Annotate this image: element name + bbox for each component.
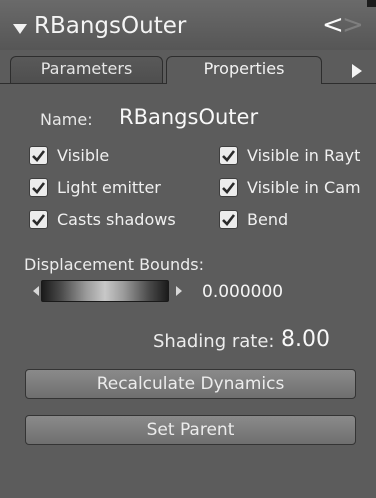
- checkbox-box[interactable]: [29, 177, 48, 197]
- tab-parameters[interactable]: Parameters: [10, 56, 163, 84]
- previous-arrow-icon[interactable]: <: [322, 12, 344, 38]
- checkbox-visible[interactable]: Visible: [29, 143, 109, 167]
- checkbox-box[interactable]: [29, 209, 48, 229]
- next-arrow-icon[interactable]: >: [342, 12, 364, 38]
- checkmark-icon: [32, 149, 46, 162]
- checkbox-box[interactable]: [219, 177, 238, 197]
- checkmark-icon: [32, 213, 46, 226]
- recalculate-dynamics-button[interactable]: Recalculate Dynamics: [25, 369, 356, 399]
- checkbox-visible-in-camera[interactable]: Visible in Cam: [219, 175, 361, 199]
- title-bar: RBangsOuter < >: [0, 0, 376, 50]
- checkbox-label: Bend: [247, 209, 289, 229]
- checkmark-icon: [222, 213, 236, 226]
- displacement-bounds-value[interactable]: 0.000000: [202, 282, 283, 302]
- checkbox-label: Visible in Cam: [247, 177, 361, 197]
- window-corner: [367, 0, 376, 7]
- tab-properties[interactable]: Properties: [166, 56, 322, 84]
- shading-rate-value[interactable]: 8.00: [281, 327, 330, 352]
- checkmark-icon: [222, 181, 236, 194]
- checkbox-bend[interactable]: Bend: [219, 207, 288, 231]
- checkbox-box[interactable]: [219, 145, 238, 165]
- collapse-triangle-icon[interactable]: [13, 24, 27, 34]
- checkbox-box[interactable]: [29, 145, 48, 165]
- tab-bar: Parameters Properties: [0, 50, 376, 84]
- dial-decrease-arrow-icon[interactable]: [33, 286, 39, 296]
- checkmark-icon: [222, 149, 236, 162]
- checkbox-label: Casts shadows: [57, 209, 176, 229]
- checkbox-visible-in-raytracing[interactable]: Visible in Rayt: [219, 143, 360, 167]
- checkbox-label: Light emitter: [57, 177, 161, 197]
- checkbox-casts-shadows[interactable]: Casts shadows: [29, 207, 176, 231]
- displacement-dial[interactable]: [41, 280, 169, 302]
- checkbox-box[interactable]: [219, 209, 238, 229]
- tab-scroll-right-icon[interactable]: [352, 64, 362, 78]
- checkmark-icon: [32, 181, 46, 194]
- dial-increase-arrow-icon[interactable]: [176, 286, 182, 296]
- name-value[interactable]: RBangsOuter: [119, 105, 258, 129]
- tab-divider: [0, 83, 166, 84]
- checkbox-light-emitter[interactable]: Light emitter: [29, 175, 161, 199]
- shading-rate-label: Shading rate:: [153, 331, 275, 352]
- window-title: RBangsOuter: [34, 13, 187, 39]
- tab-divider: [322, 83, 376, 84]
- set-parent-button[interactable]: Set Parent: [25, 415, 356, 445]
- name-label: Name:: [40, 110, 93, 129]
- checkbox-label: Visible: [57, 145, 110, 165]
- displacement-bounds-label: Displacement Bounds:: [24, 255, 205, 274]
- checkbox-label: Visible in Rayt: [247, 145, 361, 165]
